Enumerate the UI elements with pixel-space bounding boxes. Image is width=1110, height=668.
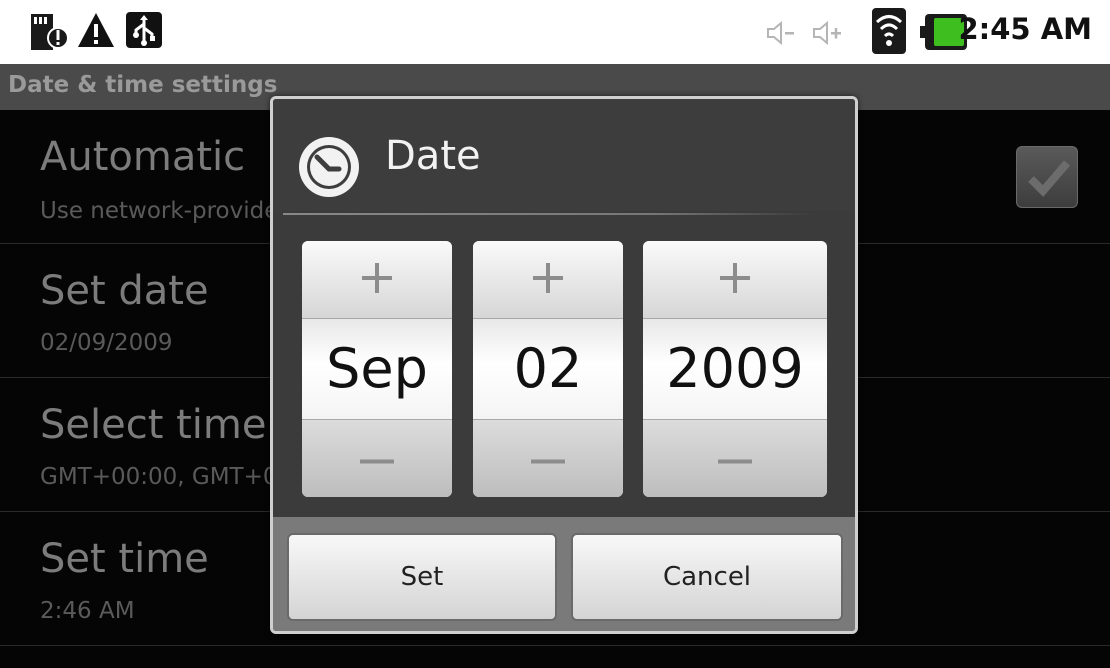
- set-button[interactable]: Set: [287, 533, 557, 621]
- day-picker: 02: [473, 241, 623, 497]
- dialog-footer: Set Cancel: [273, 517, 855, 631]
- status-bar: 2:45 AM: [0, 0, 1110, 64]
- month-value[interactable]: Sep: [302, 319, 452, 419]
- dialog-header: Date: [273, 99, 855, 211]
- plus-icon: [533, 262, 563, 297]
- usb-icon: [124, 10, 164, 54]
- day-decrement-button[interactable]: [473, 419, 623, 497]
- minus-icon: [360, 449, 394, 468]
- checkmark-icon: [1028, 160, 1071, 197]
- date-dialog: Date Sep 02 2009 Set Cancel: [270, 96, 858, 634]
- year-decrement-button[interactable]: [643, 419, 827, 497]
- minus-icon: [718, 449, 752, 468]
- plus-icon: [720, 262, 750, 297]
- month-decrement-button[interactable]: [302, 419, 452, 497]
- automatic-checkbox[interactable]: [1016, 146, 1078, 208]
- clock-icon: [295, 133, 363, 205]
- month-increment-button[interactable]: [302, 241, 452, 319]
- setting-set-time-title: Set time: [40, 536, 209, 582]
- volume-up-icon[interactable]: [812, 20, 846, 50]
- day-value[interactable]: 02: [473, 319, 623, 419]
- status-clock: 2:45 AM: [958, 12, 1092, 46]
- year-picker: 2009: [643, 241, 827, 497]
- year-value[interactable]: 2009: [643, 319, 827, 419]
- plus-icon: [362, 262, 392, 297]
- setting-set-date-subtitle: 02/09/2009: [40, 330, 173, 356]
- dialog-divider: [283, 213, 813, 215]
- setting-set-date-title: Set date: [40, 268, 209, 314]
- warning-icon: [76, 10, 116, 54]
- dialog-title: Date: [385, 133, 481, 179]
- month-picker: Sep: [302, 241, 452, 497]
- wifi-icon: [872, 8, 906, 58]
- page-title: Date & time settings: [8, 72, 278, 98]
- volume-down-icon[interactable]: [766, 20, 796, 50]
- minus-icon: [531, 449, 565, 468]
- sd-card-alert-icon: [28, 10, 69, 56]
- day-increment-button[interactable]: [473, 241, 623, 319]
- setting-automatic-title: Automatic: [40, 134, 246, 180]
- setting-set-time-subtitle: 2:46 AM: [40, 598, 135, 624]
- cancel-button[interactable]: Cancel: [571, 533, 843, 621]
- year-increment-button[interactable]: [643, 241, 827, 319]
